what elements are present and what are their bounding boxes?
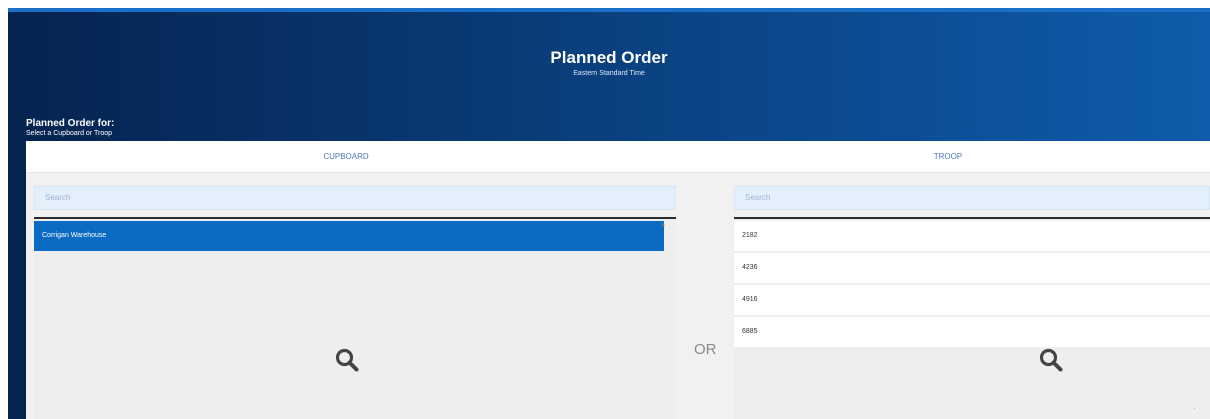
troop-list[interactable]: 2182 4236 4916 6885 · [734, 217, 1210, 419]
page-title: Planned Order [550, 48, 668, 67]
cupboard-search-input[interactable]: Search [34, 186, 676, 210]
troop-item[interactable]: 4236 [734, 253, 1210, 283]
troop-item[interactable]: 4916 [734, 285, 1210, 315]
troop-search-input[interactable]: Search [734, 186, 1210, 210]
selection-tabs: CUPBOARD TROOP [26, 141, 1210, 173]
timezone-subtitle: Eastern Standard Time [573, 70, 645, 77]
troop-item[interactable]: 2182 [734, 221, 1210, 251]
search-icon [1039, 348, 1063, 372]
selection-panel: CUPBOARD TROOP Search Corrigan Warehouse… [26, 141, 1210, 419]
tab-cupboard[interactable]: CUPBOARD [26, 141, 666, 172]
or-separator: OR [694, 341, 717, 358]
cupboard-item-selected[interactable]: Corrigan Warehouse [34, 221, 664, 251]
top-accent-bar [8, 8, 1210, 12]
scroll-indicator: · [1193, 404, 1196, 413]
cupboard-list[interactable]: Corrigan Warehouse ▲ [34, 217, 676, 419]
planned-for-subtitle: Select a Cupboard or Troop [26, 130, 112, 137]
app-frame: Planned Order Eastern Standard Time Plan… [8, 8, 1210, 419]
search-icon [335, 348, 359, 372]
scroll-up-icon[interactable]: ▲ [660, 222, 666, 228]
planned-for-title: Planned Order for: [26, 118, 115, 129]
troop-item[interactable]: 6885 [734, 317, 1210, 347]
tab-troop[interactable]: TROOP [686, 141, 1210, 172]
